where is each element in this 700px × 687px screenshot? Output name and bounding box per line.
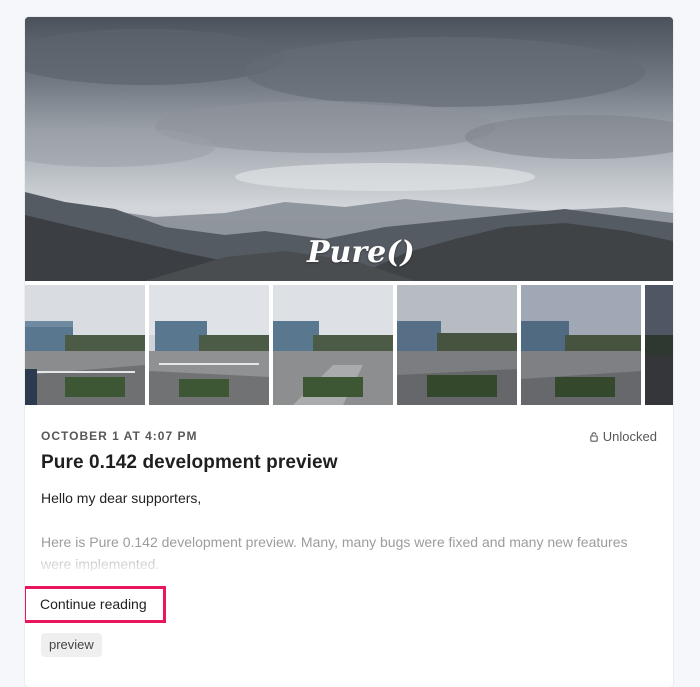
lock-icon xyxy=(590,431,598,442)
post-card: Pure() OCTOBER 1 AT 4:07 PM Unlocked Pur… xyxy=(25,17,673,687)
hero-logo: Pure() xyxy=(307,235,415,270)
thumbnail-6[interactable]: › xyxy=(645,285,673,405)
post-date: OCTOBER 1 AT 4:07 PM xyxy=(41,429,198,443)
thumbnail-2[interactable] xyxy=(149,285,269,405)
continue-reading-highlight: Continue reading xyxy=(25,586,166,623)
tag-preview[interactable]: preview xyxy=(41,633,102,657)
image-thumbnail xyxy=(149,285,269,405)
thumbnail-4[interactable] xyxy=(397,285,517,405)
hero-image[interactable]: Pure() xyxy=(25,17,673,281)
post-greeting: Hello my dear supporters, xyxy=(41,490,202,506)
image-thumbnail xyxy=(645,285,673,405)
post-title[interactable]: Pure 0.142 development preview xyxy=(41,452,338,474)
thumbnail-strip: › xyxy=(25,285,673,405)
image-thumbnail xyxy=(397,285,517,405)
image-thumbnail xyxy=(273,285,393,405)
image-thumbnail xyxy=(25,285,145,405)
thumbnail-1[interactable] xyxy=(25,285,145,405)
thumbnail-3[interactable] xyxy=(273,285,393,405)
excerpt-fade xyxy=(25,547,673,573)
access-status: Unlocked xyxy=(590,429,657,444)
continue-reading-button[interactable]: Continue reading xyxy=(40,596,147,612)
chevron-right-icon[interactable]: › xyxy=(671,333,673,353)
image-thumbnail xyxy=(521,285,641,405)
post-meta: OCTOBER 1 AT 4:07 PM Unlocked xyxy=(41,429,657,445)
thumbnail-5[interactable] xyxy=(521,285,641,405)
access-label: Unlocked xyxy=(602,429,657,444)
